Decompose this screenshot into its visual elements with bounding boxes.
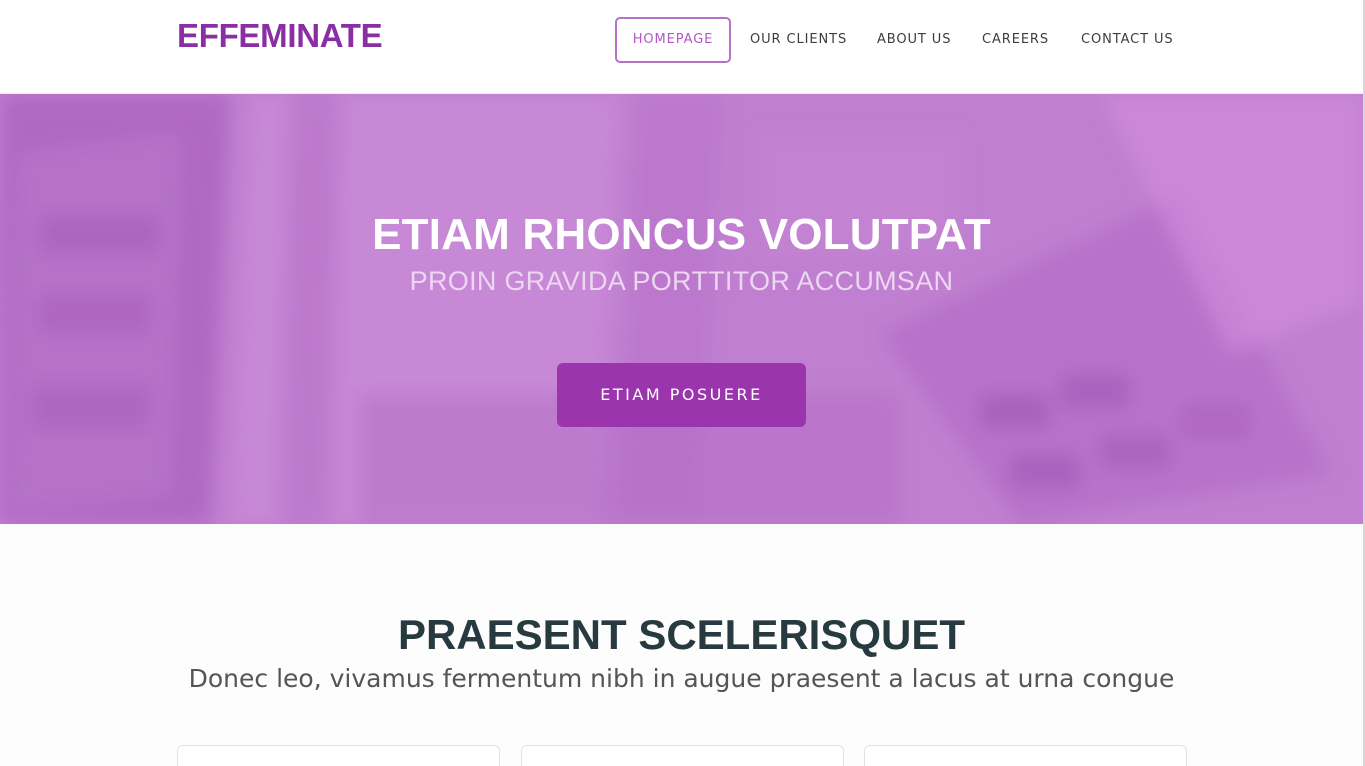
hero-subtitle: PROIN GRAVIDA PORTTITOR ACCUMSAN xyxy=(409,266,954,296)
hero-background-image xyxy=(0,94,1363,524)
nav-about-us[interactable]: ABOUT US xyxy=(877,17,951,63)
nav-our-clients[interactable]: OUR CLIENTS xyxy=(750,17,847,63)
nav-careers[interactable]: CAREERS xyxy=(982,17,1049,63)
hero-title: ETIAM RHONCUS VOLUTPAT xyxy=(372,210,991,259)
page: EFFEMINATE HOMEPAGE OUR CLIENTS ABOUT US… xyxy=(0,0,1365,766)
hero-banner: ETIAM RHONCUS VOLUTPAT PROIN GRAVIDA POR… xyxy=(0,94,1363,524)
site-logo[interactable]: EFFEMINATE xyxy=(177,17,383,55)
nav-contact-us[interactable]: CONTACT US xyxy=(1081,17,1174,63)
feature-card xyxy=(521,745,844,766)
nav-homepage[interactable]: HOMEPAGE xyxy=(615,17,731,63)
feature-card xyxy=(177,745,500,766)
section-title: PRAESENT SCELERISQUET xyxy=(397,611,966,658)
feature-card xyxy=(864,745,1187,766)
hero-cta-button[interactable]: ETIAM POSUERE xyxy=(557,363,806,427)
section-subtitle: Donec leo, vivamus fermentum nibh in aug… xyxy=(188,664,1175,693)
site-header: EFFEMINATE HOMEPAGE OUR CLIENTS ABOUT US… xyxy=(0,0,1365,94)
